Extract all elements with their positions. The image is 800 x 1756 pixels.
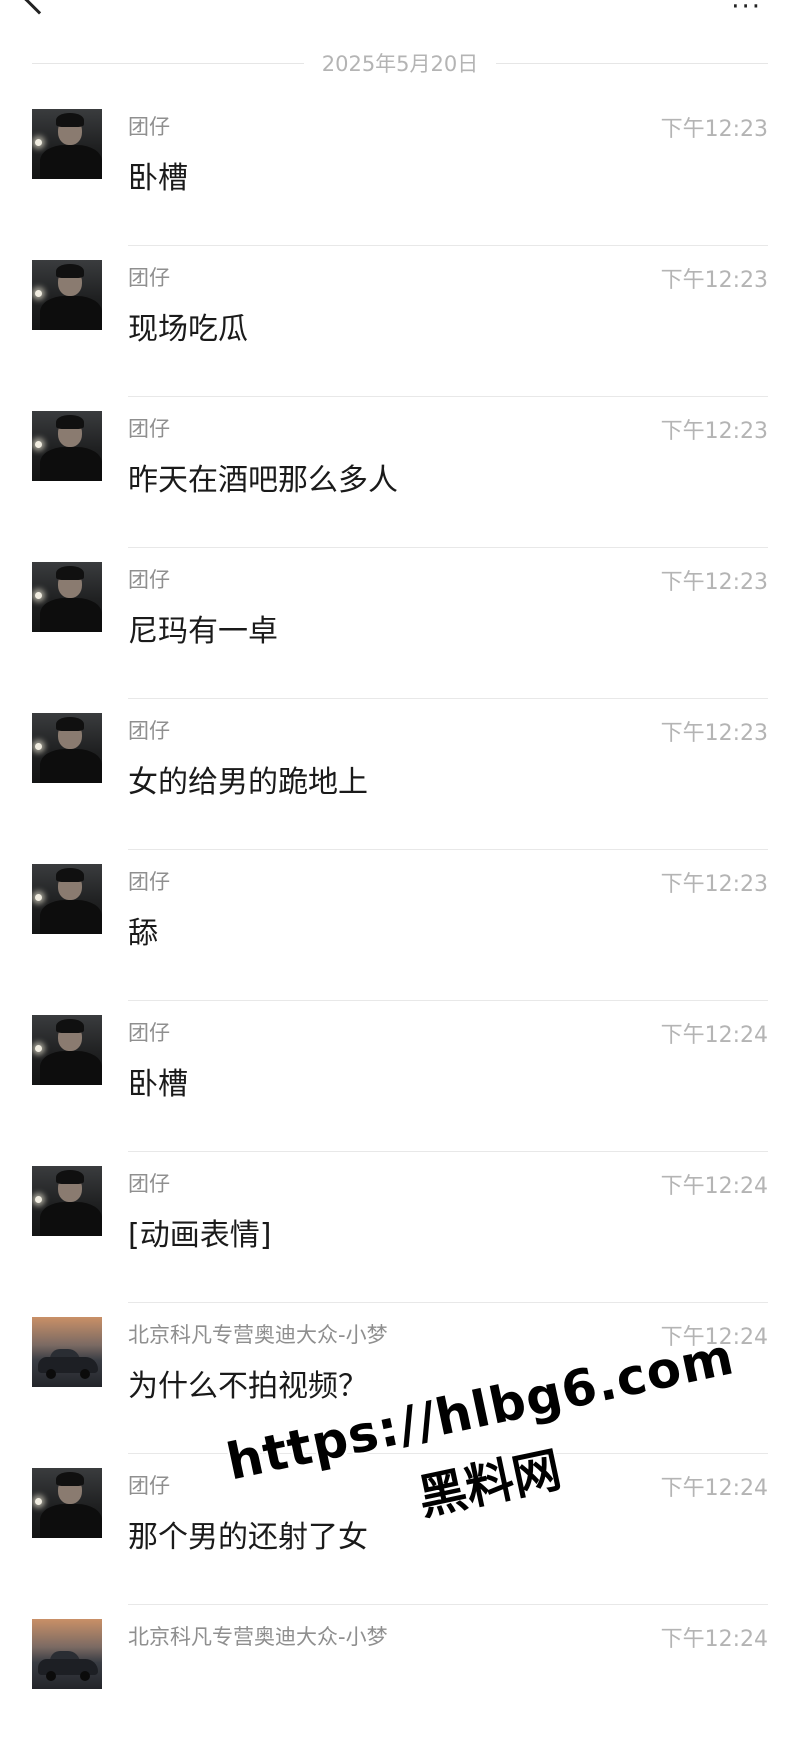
avatar[interactable] xyxy=(32,1619,102,1689)
avatar[interactable] xyxy=(32,1468,102,1538)
sender-name: 北京科凡专营奥迪大众-小梦 xyxy=(128,1625,388,1649)
divider-line-left xyxy=(32,62,304,64)
divider-line-right xyxy=(496,62,768,64)
message-row[interactable]: 团仔 下午12:23 舔 xyxy=(0,850,800,1001)
message-time: 下午12:24 xyxy=(660,1023,768,1048)
message-text: 卧槽 xyxy=(128,1067,188,1102)
message-text: 女的给男的跪地上 xyxy=(128,765,368,800)
message-time: 下午12:24 xyxy=(660,1627,768,1652)
avatar[interactable] xyxy=(32,411,102,481)
avatar[interactable] xyxy=(32,1166,102,1236)
date-divider: 2025年5月20日 xyxy=(32,46,768,80)
message-text: 为什么不拍视频？ xyxy=(128,1369,368,1404)
message-time: 下午12:23 xyxy=(660,570,768,595)
message-row[interactable]: 团仔 下午12:23 昨天在酒吧那么多人 xyxy=(0,397,800,548)
message-row[interactable]: 团仔 下午12:23 尼玛有一卓 xyxy=(0,548,800,699)
sender-name: 团仔 xyxy=(128,417,170,441)
message-row[interactable]: 团仔 下午12:23 卧槽 xyxy=(0,95,800,246)
message-text: 卧槽 xyxy=(128,161,188,196)
message-row[interactable]: 团仔 下午12:24 卧槽 xyxy=(0,1001,800,1152)
sender-name: 团仔 xyxy=(128,115,170,139)
chevron-left-icon[interactable] xyxy=(23,0,55,15)
message-time: 下午12:23 xyxy=(660,419,768,444)
message-text: 尼玛有一卓 xyxy=(128,614,278,649)
message-time: 下午12:24 xyxy=(660,1174,768,1199)
message-row[interactable]: 北京科凡专营奥迪大众-小梦 下午12:24 为什么不拍视频？ xyxy=(0,1303,800,1454)
sender-name: 团仔 xyxy=(128,719,170,743)
avatar[interactable] xyxy=(32,109,102,179)
message-text: 舔 xyxy=(128,916,158,951)
message-time: 下午12:23 xyxy=(660,721,768,746)
more-icon[interactable]: ··· xyxy=(731,0,762,20)
avatar[interactable] xyxy=(32,562,102,632)
message-row[interactable]: 团仔 下午12:23 女的给男的跪地上 xyxy=(0,699,800,850)
avatar[interactable] xyxy=(32,1317,102,1387)
message-row[interactable]: 团仔 下午12:24 [动画表情] xyxy=(0,1152,800,1303)
message-row[interactable]: 团仔 下午12:24 那个男的还射了女 xyxy=(0,1454,800,1605)
avatar[interactable] xyxy=(32,864,102,934)
message-time: 下午12:23 xyxy=(660,117,768,142)
avatar[interactable] xyxy=(32,713,102,783)
message-time: 下午12:24 xyxy=(660,1325,768,1350)
message-time: 下午12:24 xyxy=(660,1476,768,1501)
sender-name: 团仔 xyxy=(128,1474,170,1498)
message-time: 下午12:23 xyxy=(660,268,768,293)
message-text: [动画表情] xyxy=(128,1218,272,1253)
sender-name: 团仔 xyxy=(128,870,170,894)
sender-name: 团仔 xyxy=(128,1021,170,1045)
sender-name: 团仔 xyxy=(128,266,170,290)
message-text: 那个男的还射了女 xyxy=(128,1520,368,1555)
message-text: 昨天在酒吧那么多人 xyxy=(128,463,398,498)
sender-name: 团仔 xyxy=(128,568,170,592)
message-time: 下午12:23 xyxy=(660,872,768,897)
message-row[interactable]: 北京科凡专营奥迪大众-小梦 下午12:24 xyxy=(0,1605,800,1756)
date-label: 2025年5月20日 xyxy=(321,52,479,76)
message-row[interactable]: 团仔 下午12:23 现场吃瓜 xyxy=(0,246,800,397)
sender-name: 团仔 xyxy=(128,1172,170,1196)
avatar[interactable] xyxy=(32,260,102,330)
sender-name: 北京科凡专营奥迪大众-小梦 xyxy=(128,1323,388,1347)
avatar[interactable] xyxy=(32,1015,102,1085)
message-text: 现场吃瓜 xyxy=(128,312,248,347)
top-bar: ··· xyxy=(0,0,800,30)
